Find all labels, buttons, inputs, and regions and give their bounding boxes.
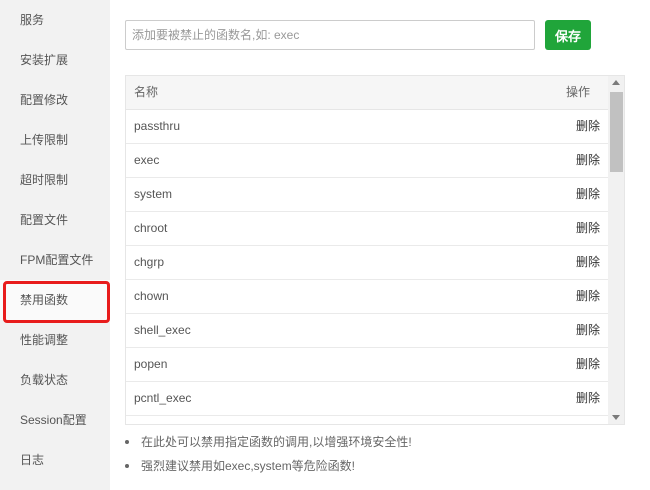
disabled-functions-table: 名称 操作 passthru 删除 exec 删除 system 删除 chro… (125, 75, 625, 425)
note-text: 在此处可以禁用指定函数的调用,以增强环境安全性! (141, 435, 412, 449)
function-name-cell: chown (134, 289, 169, 303)
help-notes: 在此处可以禁用指定函数的调用,以增强环境安全性! 强烈建议禁用如exec,sys… (125, 430, 625, 478)
column-header-operation: 操作 (565, 85, 590, 99)
sidebar-item-fpm-config-file[interactable]: FPM配置文件 (0, 240, 110, 280)
bullet-icon (125, 440, 129, 444)
delete-link[interactable]: 删除 (576, 246, 600, 279)
table-row: pcntl_exec 删除 (126, 382, 608, 416)
sidebar-item-upload-limit[interactable]: 上传限制 (0, 120, 110, 160)
delete-link[interactable]: 删除 (576, 314, 600, 347)
table-row: shell_exec 删除 (126, 314, 608, 348)
sidebar-item-config-file[interactable]: 配置文件 (0, 200, 110, 240)
table-row: chroot 删除 (126, 212, 608, 246)
main-panel: 保存 名称 操作 passthru 删除 exec 删除 system 删除 c… (110, 0, 650, 490)
sidebar-item-disabled-functions[interactable]: 禁用函数 (0, 280, 110, 320)
note-item: 强烈建议禁用如exec,system等危险函数! (125, 454, 625, 478)
bullet-icon (125, 464, 129, 468)
table-body: passthru 删除 exec 删除 system 删除 chroot 删除 … (126, 110, 608, 424)
function-name-cell: chgrp (134, 255, 165, 269)
table-row: exec 删除 (126, 144, 608, 178)
sidebar-item-session-config[interactable]: Session配置 (0, 400, 110, 440)
delete-link[interactable]: 删除 (576, 178, 600, 211)
table-header: 名称 操作 (126, 76, 608, 110)
table-scrollbar[interactable] (608, 76, 624, 424)
function-name-cell: exec (134, 153, 160, 167)
function-name-cell: popen (134, 357, 168, 371)
sidebar-item-performance-tuning[interactable]: 性能调整 (0, 320, 110, 360)
sidebar: 服务 安装扩展 配置修改 上传限制 超时限制 配置文件 FPM配置文件 禁用函数… (0, 0, 110, 490)
table-row: popen 删除 (126, 348, 608, 382)
function-name-cell: shell_exec (134, 323, 191, 337)
sidebar-item-install-extension[interactable]: 安装扩展 (0, 40, 110, 80)
table-row: chown 删除 (126, 280, 608, 314)
note-text: 强烈建议禁用如exec,system等危险函数! (141, 459, 356, 473)
delete-link[interactable]: 删除 (576, 212, 600, 245)
sidebar-item-service[interactable]: 服务 (0, 0, 110, 40)
scroll-down-arrow-icon[interactable] (612, 415, 620, 420)
delete-link[interactable]: 删除 (576, 144, 600, 177)
delete-link[interactable]: 删除 (576, 280, 600, 313)
sidebar-item-load-status[interactable]: 负载状态 (0, 360, 110, 400)
column-header-name: 名称 (134, 85, 159, 99)
function-name-cell: passthru (134, 119, 181, 133)
sidebar-item-timeout-limit[interactable]: 超时限制 (0, 160, 110, 200)
note-item: 在此处可以禁用指定函数的调用,以增强环境安全性! (125, 430, 625, 454)
function-name-cell: chroot (134, 221, 168, 235)
function-name-input[interactable] (125, 20, 535, 50)
sidebar-item-log[interactable]: 日志 (0, 440, 110, 480)
table-row: chgrp 删除 (126, 246, 608, 280)
save-button[interactable]: 保存 (545, 20, 591, 50)
table-row (126, 416, 608, 424)
delete-link[interactable]: 删除 (576, 382, 600, 415)
delete-link[interactable]: 删除 (576, 110, 600, 143)
delete-link[interactable]: 删除 (576, 348, 600, 381)
function-name-cell: system (134, 187, 173, 201)
scroll-up-arrow-icon[interactable] (612, 80, 620, 85)
function-name-cell: pcntl_exec (134, 391, 192, 405)
scrollbar-thumb[interactable] (610, 92, 623, 172)
table-row: system 删除 (126, 178, 608, 212)
sidebar-item-config-modify[interactable]: 配置修改 (0, 80, 110, 120)
table-row: passthru 删除 (126, 110, 608, 144)
